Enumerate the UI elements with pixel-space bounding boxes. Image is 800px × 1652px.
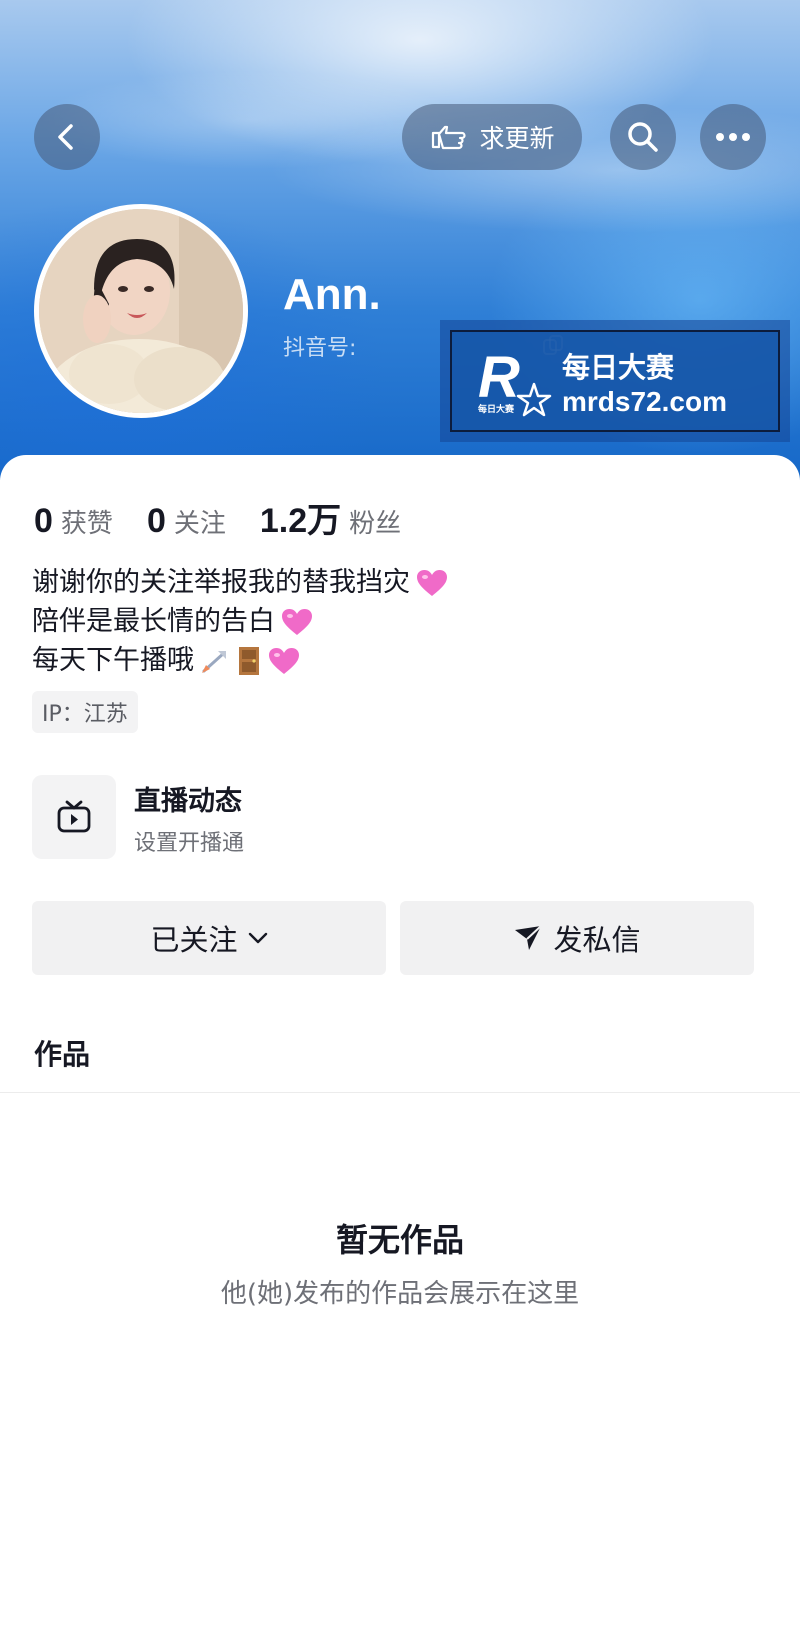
back-button[interactable] xyxy=(34,104,100,170)
search-button[interactable] xyxy=(610,104,676,170)
works-tab[interactable]: 作品 xyxy=(34,1033,90,1073)
send-message-label: 发私信 xyxy=(553,923,641,957)
likes-label: 获赞 xyxy=(60,509,113,539)
bio-line: 谢谢你的关注举报我的替我挡灾 xyxy=(32,567,410,598)
search-icon xyxy=(628,122,658,152)
watermark-logo-small: 每日大赛 xyxy=(478,405,515,415)
bio-line: 陪伴是最长情的告白 xyxy=(32,606,275,637)
send-icon xyxy=(515,925,543,950)
tv-icon xyxy=(57,800,91,833)
followers-label[interactable]: 粉丝 xyxy=(349,503,401,540)
empty-works-title: 暂无作品 xyxy=(335,1221,464,1259)
heart-icon xyxy=(269,647,299,674)
followers-count[interactable]: 1.2万 xyxy=(260,493,341,542)
avatar-image xyxy=(39,209,243,413)
door-icon xyxy=(239,646,259,675)
heart-icon xyxy=(282,608,312,635)
empty-works-subtitle: 他(她)发布的作品会展示在这里 xyxy=(220,1279,580,1309)
live-activity-title[interactable]: 直播动态 xyxy=(134,779,242,818)
watermark-name: 每日大赛 xyxy=(562,351,675,384)
divider xyxy=(0,1092,800,1093)
send-message-button[interactable]: 发私信 xyxy=(400,901,754,975)
back-arrow-icon xyxy=(58,124,73,150)
watermark-overlay: R 每日大赛 每日大赛 mrds72.com xyxy=(440,320,790,442)
bio: 谢谢你的关注举报我的替我挡灾 陪伴是最长情的告白 每天下午播哦 xyxy=(32,563,448,680)
likes-count: 0 xyxy=(34,502,53,540)
follow-button[interactable]: 已关注 xyxy=(32,901,386,975)
watermark-box: R 每日大赛 每日大赛 mrds72.com xyxy=(450,330,780,432)
ip-location-tag: IP：江苏 xyxy=(32,691,138,733)
following-count[interactable]: 0 xyxy=(147,502,166,541)
request-update-button[interactable]: 求更新 xyxy=(402,104,582,170)
star-icon xyxy=(516,382,552,417)
stats-row: 0 获赞 0 关注 1.2万 粉丝 xyxy=(34,493,435,542)
live-activity-icon-box[interactable] xyxy=(32,775,116,859)
follow-label: 已关注 xyxy=(150,923,238,957)
douyin-id-label: 抖音号: xyxy=(283,336,357,361)
request-update-label: 求更新 xyxy=(479,124,555,153)
heart-icon xyxy=(417,569,447,596)
rocket-icon xyxy=(202,650,226,673)
username: Ann. xyxy=(283,270,381,319)
following-label[interactable]: 关注 xyxy=(174,503,226,540)
chevron-down-icon xyxy=(248,932,267,944)
avatar[interactable] xyxy=(34,204,248,418)
profile-card: 0 获赞 0 关注 1.2万 粉丝 谢谢你的关注举报我的替我挡灾 陪伴是最长情的… xyxy=(0,455,800,1652)
watermark-url: mrds72.com xyxy=(562,386,727,417)
hand-point-icon xyxy=(432,125,467,150)
bio-line: 每天下午播哦 xyxy=(32,645,194,676)
more-button[interactable] xyxy=(700,104,766,170)
live-activity-subtitle: 设置开播通 xyxy=(134,831,245,856)
watermark-logo-letter: R xyxy=(478,345,520,410)
more-icon xyxy=(716,133,750,141)
